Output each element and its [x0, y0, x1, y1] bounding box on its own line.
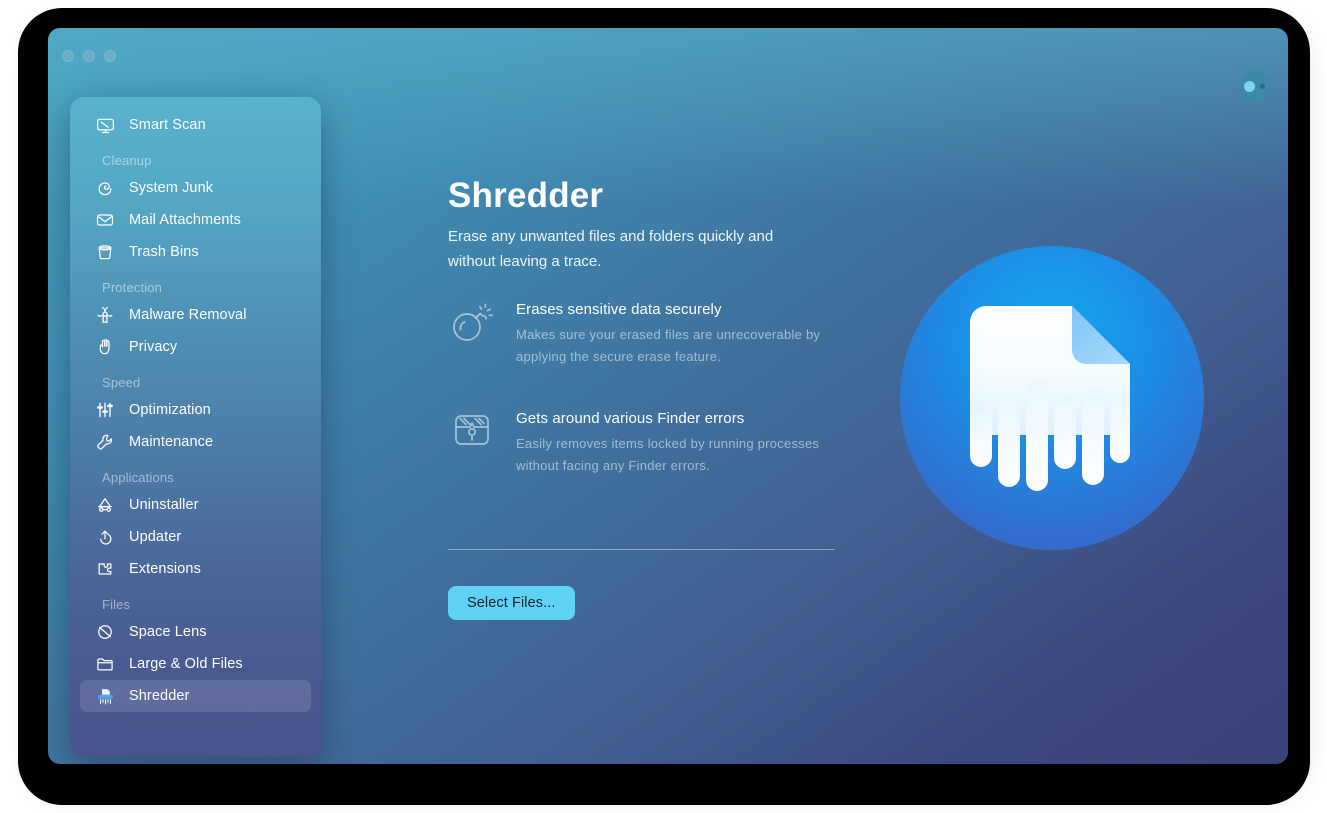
- sidebar-item-malware-removal[interactable]: Malware Removal: [80, 299, 311, 331]
- app-window: Shredder Erase any unwanted files and fo…: [48, 28, 1288, 764]
- bomb-icon: [448, 296, 496, 344]
- sidebar-item-label: Malware Removal: [129, 307, 247, 323]
- sidebar-section-cleanup: Cleanup: [102, 153, 152, 168]
- sidebar-item-label: Extensions: [129, 561, 201, 577]
- sidebar-item-uninstaller[interactable]: Uninstaller: [80, 489, 311, 521]
- minimize-button[interactable]: [83, 50, 95, 62]
- trash-bin-icon: [92, 240, 118, 264]
- sidebar-item-label: Mail Attachments: [129, 212, 242, 228]
- sidebar-item-shredder[interactable]: Shredder: [80, 680, 311, 712]
- sidebar-item-trash-bins[interactable]: Trash Bins: [80, 236, 311, 268]
- select-files-button[interactable]: Select Files...: [448, 586, 575, 620]
- locked-box-icon: [448, 405, 496, 453]
- feature-title: Gets around various Finder errors: [516, 410, 745, 427]
- sidebar: Smart Scan Cleanup System Junk Mail Atta…: [70, 97, 321, 757]
- sidebar-item-updater[interactable]: Updater: [80, 521, 311, 553]
- uninstaller-icon: [92, 493, 118, 517]
- traffic-lights: [62, 50, 116, 62]
- sidebar-item-label: Privacy: [129, 339, 178, 355]
- monitor-icon: [92, 113, 118, 137]
- sidebar-item-label: Smart Scan: [129, 117, 206, 133]
- sidebar-item-label: Maintenance: [129, 434, 214, 450]
- status-dot-icon: [1243, 80, 1255, 92]
- sidebar-item-label: System Junk: [129, 180, 214, 196]
- feature-description: Makes sure your erased files are unrecov…: [516, 327, 821, 364]
- sidebar-item-mail-attachments[interactable]: Mail Attachments: [80, 204, 311, 236]
- sidebar-section-speed: Speed: [102, 375, 141, 390]
- sidebar-item-label: Updater: [129, 529, 182, 545]
- shredder-icon: [92, 684, 118, 708]
- envelope-icon: [92, 208, 118, 232]
- status-small-dot-icon: [1259, 83, 1265, 89]
- shredded-document-icon: [885, 231, 1219, 565]
- main-content: Shredder Erase any unwanted files and fo…: [400, 28, 1288, 764]
- broom-icon: [92, 176, 118, 200]
- planet-icon: [92, 620, 118, 644]
- sidebar-item-optimization[interactable]: Optimization: [80, 394, 311, 426]
- wrench-icon: [92, 430, 118, 454]
- zoom-button[interactable]: [104, 50, 116, 62]
- sidebar-item-large-and-old-files[interactable]: Large & Old Files: [80, 648, 311, 680]
- sidebar-section-applications: Applications: [102, 470, 174, 485]
- page-subtitle: Erase any unwanted files and folders qui…: [448, 228, 774, 270]
- close-button[interactable]: [62, 50, 74, 62]
- sidebar-section-files: Files: [102, 597, 131, 612]
- section-divider: [448, 549, 835, 550]
- sidebar-item-privacy[interactable]: Privacy: [80, 331, 311, 363]
- sidebar-item-label: Large & Old Files: [129, 656, 243, 672]
- sidebar-item-system-junk[interactable]: System Junk: [80, 172, 311, 204]
- titlebar: [48, 28, 1288, 102]
- sidebar-item-label: Uninstaller: [129, 497, 199, 513]
- sidebar-section-protection: Protection: [102, 280, 163, 295]
- status-indicator-button[interactable]: [1238, 70, 1270, 102]
- hand-icon: [92, 335, 118, 359]
- sliders-icon: [92, 398, 118, 422]
- sidebar-item-label: Trash Bins: [129, 244, 199, 260]
- sidebar-item-maintenance[interactable]: Maintenance: [80, 426, 311, 458]
- page-title: Shredder: [448, 176, 604, 215]
- sidebar-item-smart-scan[interactable]: Smart Scan: [80, 109, 311, 141]
- folder-icon: [92, 652, 118, 676]
- screen: Shredder Erase any unwanted files and fo…: [0, 0, 1327, 813]
- sidebar-item-space-lens[interactable]: Space Lens: [80, 616, 311, 648]
- feature-description: Easily removes items locked by running p…: [516, 436, 820, 473]
- sidebar-item-label: Space Lens: [129, 624, 207, 640]
- feature-item: Erases sensitive data securely Makes sur…: [448, 296, 848, 368]
- sidebar-item-label: Optimization: [129, 402, 211, 418]
- puzzle-piece-icon: [92, 557, 118, 581]
- refresh-arrow-icon: [92, 525, 118, 549]
- biohazard-icon: [92, 303, 118, 327]
- feature-item: Gets around various Finder errors Easily…: [448, 405, 848, 477]
- sidebar-item-extensions[interactable]: Extensions: [80, 553, 311, 585]
- feature-title: Erases sensitive data securely: [516, 301, 722, 318]
- sidebar-item-label: Shredder: [129, 688, 190, 704]
